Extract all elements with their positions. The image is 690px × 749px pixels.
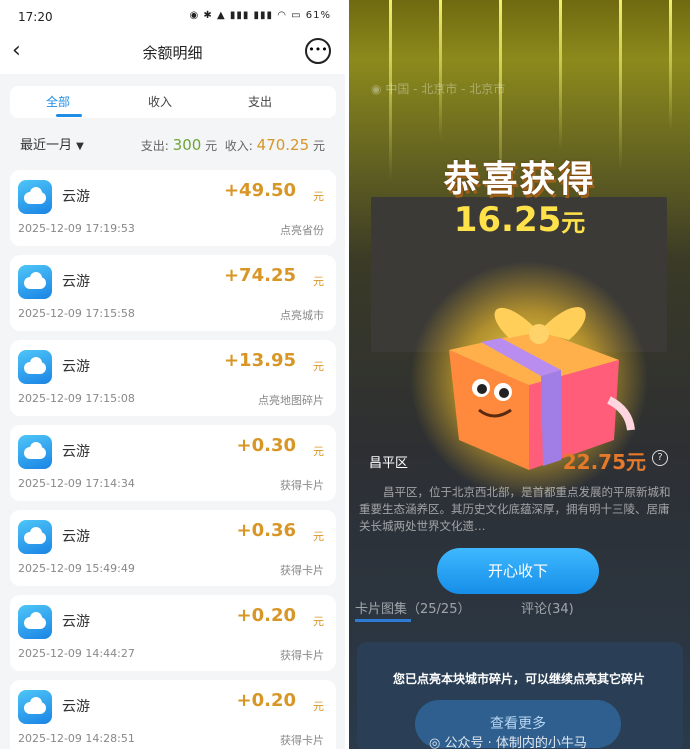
expense-unit: 元	[205, 139, 218, 153]
filter-bar: 最近一月 ▼ 支出: 300 元 收入: 470.25 元	[0, 128, 345, 162]
watermark: ◎ 公众号 · 体制内的小牛马	[429, 732, 587, 749]
income-unit: 元	[312, 139, 325, 153]
wechat-icon: ◎	[429, 736, 441, 749]
income-value: 470.25	[256, 136, 310, 154]
hint-text: 您已点亮本块城市碎片，可以继续点亮其它碎片	[392, 672, 645, 686]
reward-popup-screen: ◉ 中国 - 北京市 - 北京市 恭喜获得 16.25元 昌平区 22.75元 …	[349, 0, 690, 749]
cloud-app-icon	[18, 350, 52, 384]
district-value: 22.75元	[562, 450, 646, 474]
record-amount: +0.20	[236, 690, 297, 711]
record-amount: +74.25	[223, 265, 296, 286]
reward-unit: 元	[561, 209, 586, 237]
district-intro: 昌平区，位于北京西北部，是首都重点发展的平原新城和重要生态涵养区。其历史文化底蕴…	[359, 485, 671, 533]
record-unit: 元	[313, 700, 324, 713]
tab-expense[interactable]: 支出	[248, 93, 272, 110]
record-card[interactable]: 云游 +0.30 元 2025-12-09 17:14:34 获得卡片	[10, 425, 336, 501]
reward-value: 16.25	[453, 200, 562, 240]
record-time: 2025-12-09 15:49:49	[18, 562, 135, 575]
location-text: 中国 - 北京市 - 北京市	[385, 82, 506, 96]
header: ‹ 余额明细 •••	[0, 34, 345, 74]
period-label: 最近一月	[20, 138, 73, 153]
record-card[interactable]: 云游 +0.20 元 2025-12-09 14:44:27 获得卡片	[10, 595, 336, 671]
record-unit: 元	[313, 275, 324, 288]
record-card[interactable]: 云游 +0.20 元 2025-12-09 14:28:51 获得卡片	[10, 680, 336, 749]
record-desc: 获得卡片	[280, 649, 324, 662]
record-app-name: 云游	[62, 529, 90, 545]
record-desc: 点亮城市	[280, 309, 324, 322]
record-time: 2025-12-09 17:14:34	[18, 477, 135, 490]
congrats-title: 恭喜获得	[443, 159, 596, 200]
expense-label: 支出:	[140, 139, 169, 153]
record-card[interactable]: 云游 +49.50 元 2025-12-09 17:19:53 点亮省份	[10, 170, 336, 246]
light-beam	[669, 0, 672, 130]
record-amount: +0.30	[236, 435, 297, 456]
record-unit: 元	[313, 190, 324, 203]
record-time: 2025-12-09 14:44:27	[18, 647, 135, 660]
record-unit: 元	[313, 615, 324, 628]
record-amount: +0.20	[236, 605, 297, 626]
summary: 支出: 300 元 收入: 470.25 元	[141, 136, 325, 154]
record-app-name: 云游	[62, 699, 90, 715]
cloud-app-icon	[18, 690, 52, 724]
light-beam	[559, 0, 562, 150]
reward-amount: 16.25元	[349, 200, 690, 240]
active-tab-indicator	[56, 114, 82, 117]
record-app-name: 云游	[62, 359, 90, 375]
record-card[interactable]: 云游 +74.25 元 2025-12-09 17:15:58 点亮城市	[10, 255, 336, 331]
record-unit: 元	[313, 445, 324, 458]
record-unit: 元	[313, 530, 324, 543]
income-label: 收入:	[224, 139, 253, 153]
period-dropdown[interactable]: 最近一月 ▼	[20, 134, 84, 153]
cloud-app-icon	[18, 435, 52, 469]
record-unit: 元	[313, 360, 324, 373]
record-desc: 点亮省份	[280, 224, 324, 237]
record-time: 2025-12-09 17:15:58	[18, 307, 135, 320]
cloud-app-icon	[18, 605, 52, 639]
cloud-app-icon	[18, 520, 52, 554]
battery-level: 61%	[305, 10, 331, 21]
status-icons: ◉ ✱ ▲ ▮▮▮ ▮▮▮ ◠ ▭ 61%	[189, 10, 331, 21]
status-bar: 17:20 ◉ ✱ ▲ ▮▮▮ ▮▮▮ ◠ ▭ 61%	[0, 0, 345, 34]
record-time: 2025-12-09 17:19:53	[18, 222, 135, 235]
record-app-name: 云游	[62, 444, 90, 460]
tab-all[interactable]: 全部	[46, 93, 70, 110]
record-desc: 获得卡片	[280, 479, 324, 492]
record-amount: +49.50	[223, 180, 296, 201]
caret-down-icon: ▼	[76, 141, 84, 152]
customer-service-icon[interactable]: •••	[305, 38, 331, 64]
tab-card-gallery[interactable]: 卡片图集（25/25）	[355, 598, 470, 617]
balance-detail-screen: 17:20 ◉ ✱ ▲ ▮▮▮ ▮▮▮ ◠ ▭ 61% ‹ 余额明细 ••• 全…	[0, 0, 345, 749]
record-app-name: 云游	[62, 614, 90, 630]
record-time: 2025-12-09 14:28:51	[18, 732, 135, 745]
expense-value: 300	[172, 136, 202, 154]
district-name: 昌平区	[369, 456, 409, 471]
record-card[interactable]: 云游 +0.36 元 2025-12-09 15:49:49 获得卡片	[10, 510, 336, 586]
location-label: ◉ 中国 - 北京市 - 北京市	[371, 80, 505, 97]
record-tabs: 全部 收入 支出	[10, 86, 336, 118]
record-app-name: 云游	[62, 189, 90, 205]
record-desc: 获得卡片	[280, 564, 324, 577]
watermark-text: 公众号 · 体制内的小牛马	[444, 736, 587, 749]
cloud-app-icon	[18, 265, 52, 299]
record-card[interactable]: 云游 +13.95 元 2025-12-09 17:15:08 点亮地图碎片	[10, 340, 336, 416]
cloud-app-icon	[18, 180, 52, 214]
tab-income[interactable]: 收入	[148, 93, 172, 110]
light-beam	[439, 0, 442, 140]
record-desc: 获得卡片	[280, 734, 324, 747]
record-amount: +13.95	[223, 350, 296, 371]
help-icon[interactable]: ?	[652, 450, 668, 466]
accept-button[interactable]: 开心收下	[437, 548, 599, 594]
tab-comments[interactable]: 评论(34)	[521, 598, 574, 617]
location-pin-icon: ◉	[371, 82, 382, 96]
status-time: 17:20	[18, 10, 53, 24]
record-amount: +0.36	[236, 520, 297, 541]
record-app-name: 云游	[62, 274, 90, 290]
active-tab-indicator	[355, 619, 411, 622]
record-time: 2025-12-09 17:15:08	[18, 392, 135, 405]
light-beam	[619, 0, 622, 170]
page-title: 余额明细	[142, 44, 203, 62]
record-desc: 点亮地图碎片	[258, 394, 324, 407]
